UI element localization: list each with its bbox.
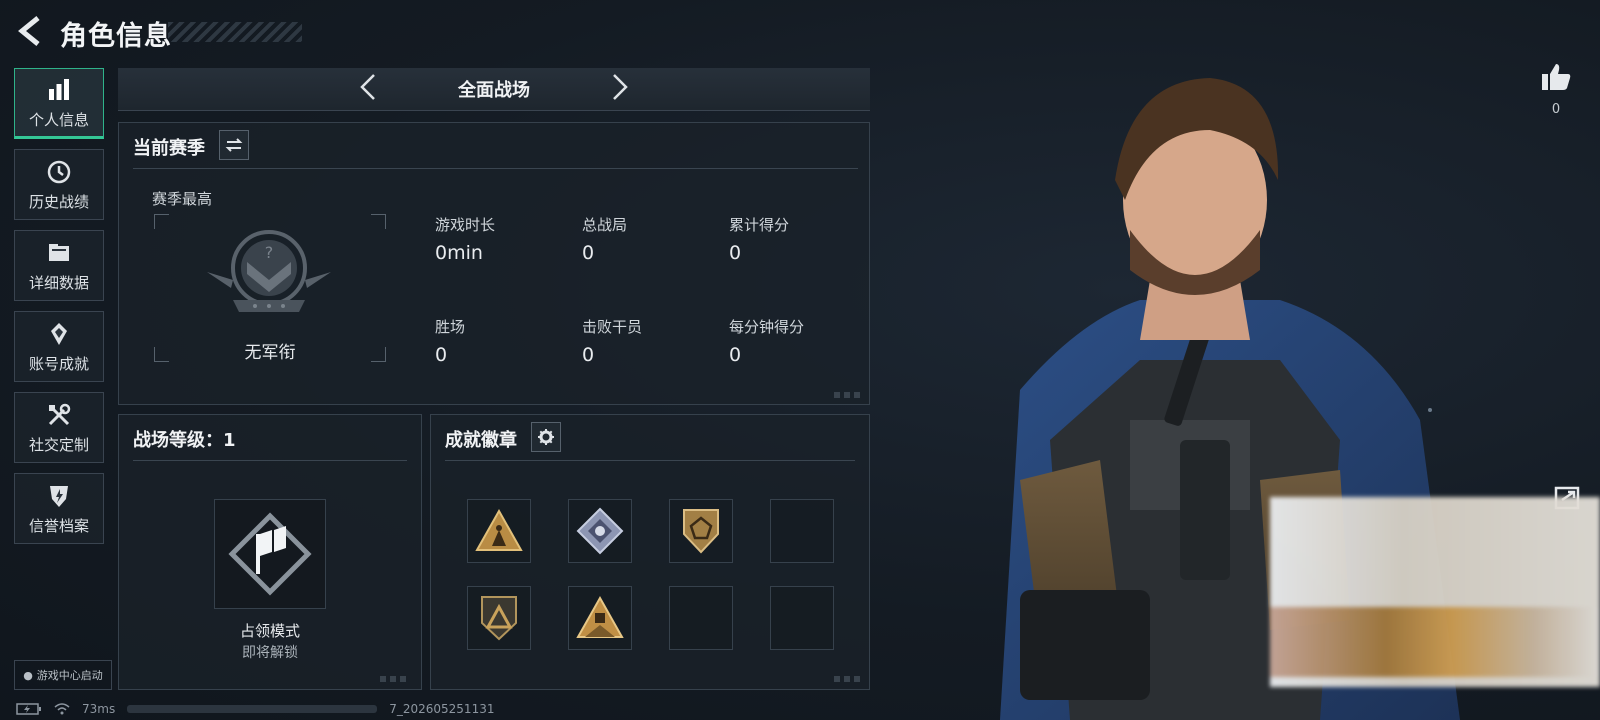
gold-pyramid-badge-icon	[576, 595, 624, 638]
prev-mode-arrow-icon[interactable]	[354, 72, 384, 102]
sidebar-nav: 个人信息 历史战绩 详细数据 账号成就 社交定制 信誉档案	[14, 68, 106, 554]
like-button[interactable]: 0	[1536, 62, 1576, 117]
divider	[133, 168, 858, 169]
mode-name: 占领模式	[239, 622, 300, 640]
stat-label-play-time: 游戏时长	[435, 216, 496, 234]
badge-slot-empty[interactable]	[669, 586, 733, 650]
panel-corner-decoration	[834, 392, 864, 398]
back-arrow-icon[interactable]	[14, 14, 48, 48]
gear-icon	[538, 429, 554, 445]
sidebar-item-label: 历史战绩	[28, 193, 89, 211]
redacted-id	[127, 705, 378, 713]
mode-status: 即将解锁	[242, 645, 298, 661]
stat-label-total-score: 累计得分	[729, 216, 790, 234]
build-version: 7_202605251131	[389, 702, 495, 716]
panel-corner-decoration	[380, 676, 410, 682]
sidebar-item-detail-data[interactable]: 详细数据	[14, 230, 104, 301]
divider	[133, 460, 407, 461]
sidebar-item-history[interactable]: 历史战绩	[14, 149, 104, 220]
next-mode-arrow-icon[interactable]	[604, 72, 634, 102]
season-best-label: 赛季最高	[152, 190, 213, 208]
stat-value-score-per-min: 0	[729, 344, 742, 366]
svg-text:?: ?	[265, 243, 274, 262]
like-count: 0	[1551, 102, 1561, 117]
gold-shield-badge-icon	[683, 509, 719, 554]
stat-value-wins: 0	[435, 344, 448, 366]
sidebar-item-label: 详细数据	[28, 274, 89, 292]
ping-value: 73ms	[82, 702, 116, 716]
battery-icon	[16, 703, 41, 715]
stat-label-wins: 胜场	[435, 318, 466, 336]
dark-shield-badge-icon	[481, 596, 517, 641]
sidebar-item-label: 个人信息	[28, 111, 89, 129]
game-center-label: 游戏中心启动	[36, 669, 103, 682]
badge-slot-empty[interactable]	[770, 499, 834, 563]
status-bar: 73ms 7_202605251131	[16, 700, 494, 718]
swap-icon	[225, 138, 243, 152]
badges-title: 成就徽章	[445, 430, 517, 451]
stat-value-total-score: 0	[729, 242, 742, 264]
bar-chart-icon	[44, 75, 74, 105]
qq-icon: ●	[23, 668, 33, 682]
stat-label-score-per-min: 每分钟得分	[729, 318, 805, 336]
stat-label-total-matches: 总战局	[582, 216, 628, 234]
badge-slot[interactable]	[669, 499, 733, 563]
achievement-icon	[44, 319, 74, 349]
sidebar-item-label: 社交定制	[28, 436, 89, 454]
badge-settings-button[interactable]	[531, 422, 561, 452]
stat-value-total-matches: 0	[582, 242, 595, 264]
divider	[445, 460, 855, 461]
game-center-button[interactable]: ● 游戏中心启动	[14, 660, 112, 690]
badge-slot-empty[interactable]	[770, 586, 834, 650]
sidebar-item-social[interactable]: 社交定制	[14, 392, 104, 463]
blurred-overlay	[1270, 497, 1600, 687]
season-title: 当前赛季	[133, 138, 205, 159]
stat-value-kills: 0	[582, 344, 595, 366]
page-title: 角色信息	[60, 21, 172, 52]
sidebar-item-label: 账号成就	[28, 355, 89, 373]
level-title: 战场等级：1	[133, 430, 236, 451]
sidebar-item-label: 信誉档案	[28, 517, 89, 535]
thumbs-up-icon	[1542, 64, 1571, 90]
stat-value-play-time: 0min	[435, 242, 483, 264]
silver-diamond-badge-icon	[576, 507, 624, 555]
wifi-icon	[54, 703, 70, 715]
gold-triangle-badge-icon	[475, 508, 523, 551]
badge-slot[interactable]	[568, 499, 632, 563]
rank-name: 无军衔	[244, 343, 296, 363]
occupy-mode-flag-icon	[228, 512, 312, 596]
title-decoration	[168, 22, 302, 42]
tools-icon	[44, 400, 74, 430]
mode-selector: 全面战场	[118, 68, 870, 111]
stat-label-kills: 击败干员	[582, 318, 643, 336]
badge-slot[interactable]	[467, 499, 531, 563]
sidebar-item-credit[interactable]: 信誉档案	[14, 473, 104, 544]
folder-icon	[44, 238, 74, 268]
badge-slot[interactable]	[467, 586, 531, 650]
switch-season-button[interactable]	[219, 130, 249, 160]
history-clock-icon	[44, 157, 74, 187]
mode-title: 全面战场	[458, 80, 530, 101]
rank-emblem-icon: ?	[207, 230, 331, 312]
shield-bolt-icon	[44, 481, 74, 511]
panel-corner-decoration	[834, 676, 864, 682]
sidebar-item-personal-info[interactable]: 个人信息	[14, 68, 104, 139]
sidebar-item-achievements[interactable]: 账号成就	[14, 311, 104, 382]
badge-slot[interactable]	[568, 586, 632, 650]
